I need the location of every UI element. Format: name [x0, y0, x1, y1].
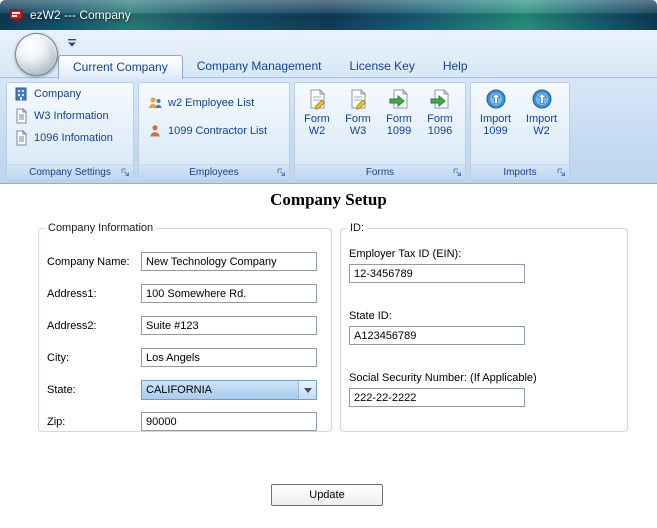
button-label: W2	[308, 125, 326, 137]
dialog-launcher-icon[interactable]	[120, 167, 131, 178]
titlebar[interactable]: ezW2 --- Company	[0, 0, 657, 30]
address1-field[interactable]	[141, 284, 317, 303]
update-button[interactable]: Update	[271, 484, 383, 506]
button-import-1099[interactable]: Import 1099	[473, 86, 518, 137]
button-label: Form	[345, 113, 371, 125]
address1-label: Address1:	[47, 288, 97, 300]
button-label: Form	[427, 113, 453, 125]
chevron-down-icon	[303, 387, 312, 393]
contractor-icon	[147, 123, 163, 139]
ribbon-groups: Company W3 Information 1096 Infomation C…	[6, 82, 570, 181]
state-label: State:	[47, 384, 76, 396]
button-label: 1096	[427, 125, 453, 137]
button-form-w3[interactable]: Form W3	[338, 86, 378, 137]
group-footer-forms: Forms	[295, 164, 465, 180]
group-employees: w2 Employee List 1099 Contractor List Em…	[138, 82, 290, 181]
group-company-settings: Company W3 Information 1096 Infomation C…	[6, 82, 134, 181]
tab-company-management[interactable]: Company Management	[183, 55, 336, 78]
ssn-label: Social Security Number: (If Applicable)	[349, 372, 537, 384]
group-label: Company Settings	[29, 167, 111, 178]
ribbon-item-label: 1096 Infomation	[34, 132, 113, 144]
employees-icon	[147, 95, 163, 111]
page-title: Company Setup	[270, 190, 387, 209]
company-information-groupbox: Company Information Company Name: Addres…	[38, 222, 332, 432]
app-window: ezW2 --- Company Current Company Company…	[0, 0, 657, 528]
application-menu-orb[interactable]	[15, 33, 58, 76]
id-groupbox: ID: Employer Tax ID (EIN): State ID: Soc…	[340, 222, 628, 432]
group-footer-company-settings: Company Settings	[7, 164, 133, 180]
form-arrow-icon	[429, 88, 451, 110]
button-label: Import	[525, 113, 558, 125]
form-arrow-icon	[388, 88, 410, 110]
group-label: Forms	[365, 167, 395, 178]
window-title: ezW2 --- Company	[30, 8, 131, 22]
groupbox-legend: ID:	[350, 222, 365, 234]
city-label: City:	[47, 352, 69, 364]
ribbon-item-label: Company	[34, 88, 82, 100]
state-selected-value: CALIFORNIA	[146, 384, 213, 396]
qat-customize-dropdown[interactable]	[64, 36, 80, 50]
dialog-launcher-icon[interactable]	[276, 167, 287, 178]
ribbon-item-label: W3 Information	[34, 110, 109, 122]
state-id-label: State ID:	[349, 310, 392, 322]
button-import-w2[interactable]: Import W2	[519, 86, 564, 137]
group-imports: Import 1099 Import W2 Imports	[470, 82, 570, 181]
button-label: Form	[304, 113, 330, 125]
ribbon-item-1096-infomation[interactable]: 1096 Infomation	[7, 127, 133, 149]
zip-label: Zip:	[47, 416, 66, 428]
ribbon-tab-bar: Current Company Company Management Licen…	[0, 55, 657, 79]
ein-label: Employer Tax ID (EIN):	[349, 248, 462, 260]
imports-buttons: Import 1099 Import W2	[471, 83, 569, 140]
group-forms: Form W2 Form W3 Form 1099 Form 1096 Form…	[294, 82, 466, 181]
button-form-1096[interactable]: Form 1096	[420, 86, 460, 137]
button-form-w2[interactable]: Form W2	[297, 86, 337, 137]
dialog-launcher-icon[interactable]	[556, 167, 567, 178]
document-icon	[13, 129, 29, 146]
app-icon[interactable]	[8, 7, 24, 23]
form-edit-icon	[306, 88, 328, 110]
main-content: Company Setup Company Information Compan…	[0, 184, 657, 528]
tab-current-company[interactable]: Current Company	[58, 55, 183, 79]
import-icon	[485, 88, 507, 110]
ribbon-item-1099-contractor-list[interactable]: 1099 Contractor List	[139, 117, 289, 145]
tab-license-key[interactable]: License Key	[335, 55, 428, 78]
ein-field[interactable]	[349, 264, 525, 283]
chevron-down-icon	[68, 39, 76, 47]
zip-field[interactable]	[141, 412, 317, 431]
button-label: 1099	[483, 125, 508, 137]
form-edit-icon	[347, 88, 369, 110]
button-label: 1099	[386, 125, 412, 137]
button-form-1099[interactable]: Form 1099	[379, 86, 419, 137]
ribbon-item-w2-employee-list[interactable]: w2 Employee List	[139, 89, 289, 117]
company-name-label: Company Name:	[47, 256, 130, 268]
ribbon-item-label: 1099 Contractor List	[168, 125, 268, 137]
combo-dropdown-button[interactable]	[298, 381, 316, 399]
city-field[interactable]	[141, 348, 317, 367]
company-name-field[interactable]	[141, 252, 317, 271]
group-footer-imports: Imports	[471, 164, 569, 180]
button-label: W2	[533, 125, 550, 137]
document-icon	[13, 107, 29, 124]
dialog-launcher-icon[interactable]	[452, 167, 463, 178]
building-icon	[13, 86, 29, 102]
button-label: Import	[479, 113, 512, 125]
ribbon-item-company[interactable]: Company	[7, 83, 133, 105]
state-id-field[interactable]	[349, 326, 525, 345]
group-label: Imports	[503, 167, 537, 178]
state-select[interactable]: CALIFORNIA	[141, 380, 317, 400]
import-icon	[531, 88, 553, 110]
forms-buttons: Form W2 Form W3 Form 1099 Form 1096	[295, 83, 465, 140]
tab-help[interactable]: Help	[429, 55, 482, 78]
group-label: Employees	[189, 167, 239, 178]
address2-label: Address2:	[47, 320, 97, 332]
groupbox-legend: Company Information	[48, 222, 154, 234]
group-footer-employees: Employees	[139, 164, 289, 180]
address2-field[interactable]	[141, 316, 317, 335]
ssn-field[interactable]	[349, 388, 525, 407]
ribbon-item-w3-information[interactable]: W3 Information	[7, 105, 133, 127]
button-label: Form	[386, 113, 412, 125]
ribbon-item-label: w2 Employee List	[168, 97, 255, 109]
button-label: W3	[349, 125, 367, 137]
